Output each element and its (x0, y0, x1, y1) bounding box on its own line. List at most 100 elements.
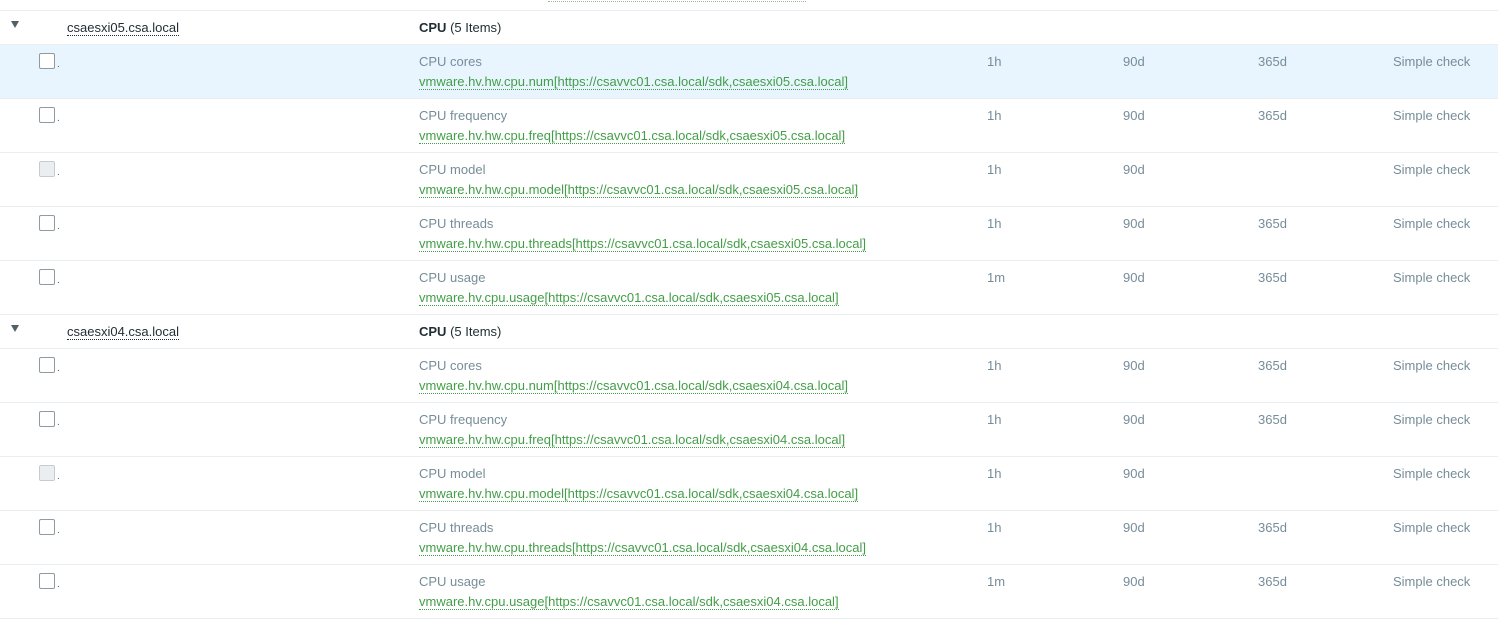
item-name: CPU frequency (419, 412, 508, 427)
host-link[interactable]: csaesxi05.csa.local (67, 20, 179, 36)
item-trends: 365d (1258, 216, 1287, 231)
item-history: 90d (1123, 162, 1145, 177)
row-checkbox-disabled (39, 161, 55, 177)
table-row[interactable]: . CPU usage vmware.hv.cpu.usage[https://… (0, 565, 1498, 619)
item-trends: 365d (1258, 108, 1287, 123)
table-row[interactable]: . CPU threads vmware.hv.hw.cpu.threads[h… (0, 511, 1498, 565)
item-type: Simple check (1393, 162, 1471, 177)
latest-data-table: csaesxi05.csa.local CPU (5 Items) . CPU … (0, 0, 1498, 619)
row-checkbox[interactable] (39, 269, 55, 285)
item-key-link[interactable]: vmware.hv.hw.cpu.model[https://csavvc01.… (419, 182, 859, 198)
item-name: CPU model (419, 466, 486, 481)
row-checkbox[interactable] (39, 53, 55, 69)
item-trends: 365d (1258, 54, 1287, 69)
item-type: Simple check (1393, 466, 1471, 481)
table-row[interactable]: . CPU frequency vmware.hv.hw.cpu.freq[ht… (0, 403, 1498, 457)
item-type: Simple check (1393, 216, 1471, 231)
table-row[interactable]: . CPU threads vmware.hv.hw.cpu.threads[h… (0, 207, 1498, 261)
item-history: 90d (1123, 466, 1145, 481)
item-name: CPU usage (419, 574, 486, 589)
item-name: CPU cores (419, 358, 482, 373)
application-name: CPU (419, 20, 447, 35)
checkbox-marker: . (57, 113, 60, 124)
item-key-link[interactable]: vmware.hv.hw.cpu.num[https://csavvc01.cs… (419, 378, 848, 394)
item-key-link[interactable]: vmware.hv.cpu.usage[https://csavvc01.csa… (419, 290, 839, 306)
table-row[interactable]: . CPU model vmware.hv.hw.cpu.model[https… (0, 457, 1498, 511)
row-checkbox[interactable] (39, 411, 55, 427)
item-history: 90d (1123, 270, 1145, 285)
checkbox-marker: . (57, 363, 60, 374)
item-interval: 1h (987, 108, 1002, 123)
item-history: 90d (1123, 358, 1145, 373)
group-header: csaesxi05.csa.local CPU (5 Items) (0, 11, 1498, 45)
checkbox-marker: . (57, 275, 60, 286)
item-interval: 1h (987, 520, 1002, 535)
checkbox-marker: . (57, 417, 60, 428)
previous-key-link-remnant (548, 0, 806, 2)
collapse-toggle-icon[interactable] (11, 21, 19, 28)
item-key-link[interactable]: vmware.hv.hw.cpu.freq[https://csavvc01.c… (419, 128, 846, 144)
item-key-link[interactable]: vmware.hv.hw.cpu.threads[https://csavvc0… (419, 236, 867, 252)
group-header: csaesxi04.csa.local CPU (5 Items) (0, 315, 1498, 349)
application-title: CPU (5 Items) (419, 20, 501, 35)
collapse-toggle-icon[interactable] (11, 325, 19, 332)
item-key-link[interactable]: vmware.hv.cpu.usage[https://csavvc01.csa… (419, 594, 839, 610)
item-history: 90d (1123, 54, 1145, 69)
item-type: Simple check (1393, 520, 1471, 535)
item-count: (5 Items) (450, 20, 502, 35)
item-history: 90d (1123, 520, 1145, 535)
item-interval: 1h (987, 162, 1002, 177)
item-trends: 365d (1258, 520, 1287, 535)
item-history: 90d (1123, 574, 1145, 589)
item-interval: 1h (987, 216, 1002, 231)
item-type: Simple check (1393, 358, 1471, 373)
row-checkbox[interactable] (39, 357, 55, 373)
checkbox-marker: . (57, 167, 60, 178)
item-key-link[interactable]: vmware.hv.hw.cpu.freq[https://csavvc01.c… (419, 432, 846, 448)
item-interval: 1m (987, 574, 1006, 589)
item-key-link[interactable]: vmware.hv.hw.cpu.num[https://csavvc01.cs… (419, 74, 848, 90)
checkbox-marker: . (57, 59, 60, 70)
item-key-link[interactable]: vmware.hv.hw.cpu.model[https://csavvc01.… (419, 486, 859, 502)
item-name: CPU cores (419, 54, 482, 69)
checkbox-marker: . (57, 221, 60, 232)
item-type: Simple check (1393, 574, 1471, 589)
item-count: (5 Items) (450, 324, 502, 339)
item-type: Simple check (1393, 412, 1471, 427)
item-history: 90d (1123, 216, 1145, 231)
item-trends: 365d (1258, 270, 1287, 285)
table-row[interactable]: . CPU frequency vmware.hv.hw.cpu.freq[ht… (0, 99, 1498, 153)
previous-row-remnant (0, 0, 1498, 11)
table-row[interactable]: . CPU model vmware.hv.hw.cpu.model[https… (0, 153, 1498, 207)
item-name: CPU threads (419, 216, 494, 231)
item-key-link[interactable]: vmware.hv.hw.cpu.threads[https://csavvc0… (419, 540, 867, 556)
row-checkbox[interactable] (39, 519, 55, 535)
item-interval: 1h (987, 358, 1002, 373)
item-name: CPU threads (419, 520, 494, 535)
item-trends: 365d (1258, 574, 1287, 589)
table-row[interactable]: . CPU cores vmware.hv.hw.cpu.num[https:/… (0, 45, 1498, 99)
checkbox-marker: . (57, 471, 60, 482)
application-title: CPU (5 Items) (419, 324, 501, 339)
item-name: CPU frequency (419, 108, 508, 123)
checkbox-marker: . (57, 525, 60, 536)
item-type: Simple check (1393, 270, 1471, 285)
host-link[interactable]: csaesxi04.csa.local (67, 324, 179, 340)
item-history: 90d (1123, 412, 1145, 427)
application-name: CPU (419, 324, 447, 339)
item-interval: 1h (987, 466, 1002, 481)
table-row[interactable]: . CPU usage vmware.hv.cpu.usage[https://… (0, 261, 1498, 315)
row-checkbox[interactable] (39, 215, 55, 231)
item-interval: 1h (987, 54, 1002, 69)
item-type: Simple check (1393, 108, 1471, 123)
item-history: 90d (1123, 108, 1145, 123)
row-checkbox[interactable] (39, 107, 55, 123)
item-trends: 365d (1258, 412, 1287, 427)
item-name: CPU model (419, 162, 486, 177)
item-interval: 1h (987, 412, 1002, 427)
row-checkbox[interactable] (39, 573, 55, 589)
checkbox-marker: . (57, 579, 60, 590)
table-row[interactable]: . CPU cores vmware.hv.hw.cpu.num[https:/… (0, 349, 1498, 403)
row-checkbox-disabled (39, 465, 55, 481)
item-interval: 1m (987, 270, 1006, 285)
